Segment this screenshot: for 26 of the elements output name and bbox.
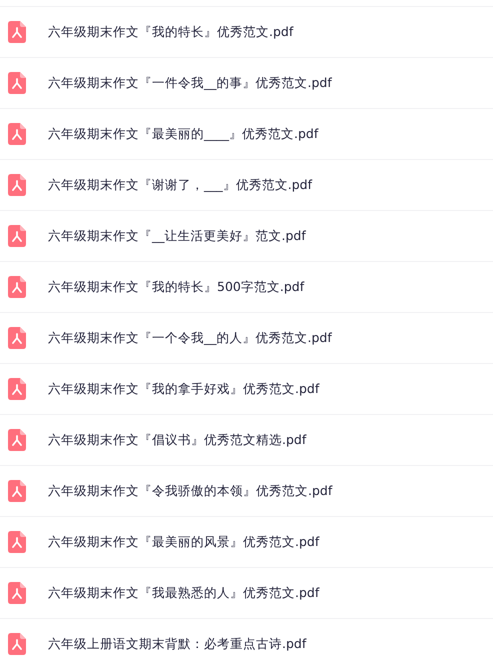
pdf-file-icon xyxy=(8,531,26,553)
file-link[interactable]: 六年级期末作文『我的拿手好戏』优秀范文.pdf xyxy=(48,380,320,398)
file-link[interactable]: 六年级期末作文『谢谢了，___』优秀范文.pdf xyxy=(48,176,312,194)
file-link[interactable]: 六年级期末作文『我的特长』优秀范文.pdf xyxy=(48,24,294,40)
pdf-file-icon xyxy=(8,378,26,400)
pdf-file-icon xyxy=(8,174,26,196)
file-link[interactable]: 六年级期末作文『__让生活更美好』范文.pdf xyxy=(48,228,306,244)
pdf-file-icon xyxy=(8,21,26,43)
file-link[interactable]: 六年级期末作文『我的特长』500字范文.pdf xyxy=(48,278,304,296)
pdf-file-icon xyxy=(8,276,26,298)
file-link[interactable]: 六年级期末作文『一个令我__的人』优秀范文.pdf xyxy=(48,330,332,346)
pdf-file-icon xyxy=(8,582,26,604)
pdf-file-icon xyxy=(8,72,26,94)
pdf-file-icon xyxy=(8,480,26,502)
pdf-file-icon xyxy=(8,633,26,655)
file-link[interactable]: 六年级期末作文『一件令我__的事』优秀范文.pdf xyxy=(48,74,332,92)
file-link[interactable]: 六年级期末作文『最美丽的风景』优秀范文.pdf xyxy=(48,534,320,550)
pdf-file-icon xyxy=(8,123,26,145)
pdf-file-icon xyxy=(8,429,26,451)
file-link[interactable]: 六年级期末作文『最美丽的____』优秀范文.pdf xyxy=(48,126,318,142)
file-link[interactable]: 六年级期末作文『我最熟悉的人』优秀范文.pdf xyxy=(48,584,320,602)
pdf-file-icon xyxy=(8,225,26,247)
file-link[interactable]: 六年级期末作文『倡议书』优秀范文精选.pdf xyxy=(48,432,306,448)
file-link[interactable]: 六年级期末作文『令我骄傲的本领』优秀范文.pdf xyxy=(48,482,332,500)
file-link[interactable]: 六年级上册语文期末背默：必考重点古诗.pdf xyxy=(48,636,306,652)
pdf-file-icon xyxy=(8,327,26,349)
